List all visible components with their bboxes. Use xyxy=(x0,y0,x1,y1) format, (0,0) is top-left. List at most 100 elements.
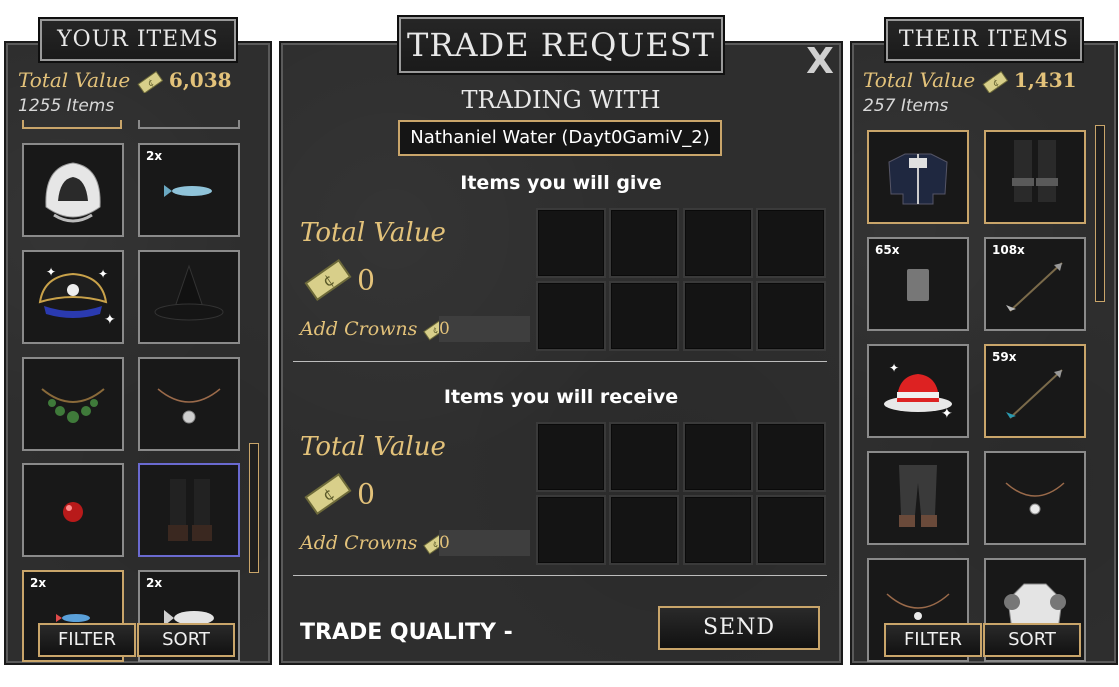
give-slot[interactable] xyxy=(536,208,606,278)
receive-slot[interactable] xyxy=(609,422,679,492)
receive-section-header: Items you will receive xyxy=(281,386,841,416)
receive-slot[interactable] xyxy=(536,495,606,565)
item-slot-green-amulet[interactable] xyxy=(22,357,124,451)
receive-crowns-input[interactable]: 0 xyxy=(439,530,530,556)
svg-text:✦: ✦ xyxy=(104,312,116,328)
their-total-value: Total Value ¢ 1,431 xyxy=(863,68,1077,93)
your-items-scrollbar[interactable] xyxy=(249,443,259,573)
their-items-scrollbar[interactable] xyxy=(1095,125,1105,302)
item-slot-pirate-hat[interactable]: ✦ ✦ ✦ xyxy=(22,250,124,344)
receive-slot[interactable] xyxy=(609,495,679,565)
give-total-label: Total Value xyxy=(300,218,446,248)
give-add-crowns: Add Crowns ¢ xyxy=(300,318,448,341)
item-quantity: 59x xyxy=(992,350,1017,364)
necklace-icon xyxy=(886,593,950,620)
silver-amulet-icon xyxy=(157,388,221,424)
give-slot[interactable] xyxy=(683,208,753,278)
give-crowns-value: 0 xyxy=(439,319,450,339)
item-slot-dark-pants[interactable] xyxy=(867,451,969,545)
item-slot-necklace[interactable] xyxy=(984,451,1086,545)
receive-total-label: Total Value xyxy=(300,432,446,462)
receive-add-crowns: Add Crowns ¢ xyxy=(300,532,448,555)
svg-text:✦: ✦ xyxy=(941,406,953,422)
your-item-count: 1255 Items xyxy=(18,96,115,116)
section-divider xyxy=(293,361,827,362)
item-slot-white-hood[interactable] xyxy=(22,143,124,237)
item-slot-leather-boots[interactable] xyxy=(138,463,240,557)
trade-request-title: TRADE REQUEST xyxy=(397,15,725,75)
close-icon: X xyxy=(806,41,834,82)
give-slot[interactable] xyxy=(756,208,826,278)
trade-quality-label: TRADE QUALITY - xyxy=(300,620,513,645)
crown-icon: ¢ xyxy=(304,258,352,302)
section-divider xyxy=(293,575,827,576)
give-total-number: 0 xyxy=(357,263,375,297)
svg-text:✦: ✦ xyxy=(889,361,899,375)
receive-slot[interactable] xyxy=(756,422,826,492)
boots-icon xyxy=(1012,140,1058,202)
give-slot[interactable] xyxy=(756,281,826,351)
your-total-number: 6,038 xyxy=(168,68,232,92)
give-section-header: Items you will give xyxy=(281,172,841,202)
your-total-value: Total Value ¢ 6,038 xyxy=(18,68,232,93)
item-slot-arrow[interactable]: 108x xyxy=(984,237,1086,331)
item-slot-blue-fish[interactable]: 2x xyxy=(138,143,240,237)
item-slot-dark-boots[interactable] xyxy=(984,130,1086,224)
green-amulet-icon xyxy=(41,388,105,423)
receive-slot[interactable] xyxy=(683,422,753,492)
item-slot-red-hat[interactable]: ✦ ✦ xyxy=(867,344,969,438)
receive-total-number: 0 xyxy=(357,477,375,511)
receive-slot[interactable] xyxy=(756,495,826,565)
armor-icon xyxy=(1004,583,1066,631)
necklace-icon xyxy=(1005,482,1065,515)
their-filter-button[interactable]: FILTER xyxy=(884,623,982,657)
coat-icon xyxy=(888,153,948,205)
close-button[interactable]: X xyxy=(805,44,835,80)
receive-title: Items you will receive xyxy=(443,386,679,408)
item-quantity: 2x xyxy=(146,576,163,590)
hood-icon xyxy=(45,162,101,223)
partial-slot[interactable] xyxy=(22,120,122,129)
their-sort-button[interactable]: SORT xyxy=(983,623,1081,657)
your-filter-button[interactable]: FILTER xyxy=(38,623,136,657)
give-slot[interactable] xyxy=(609,208,679,278)
receive-total-value: ¢ 0 xyxy=(304,472,375,516)
your-total-label: Total Value xyxy=(18,68,131,92)
add-crowns-label: Add Crowns xyxy=(300,532,418,554)
their-total-label: Total Value xyxy=(863,68,976,92)
give-title: Items you will give xyxy=(460,172,662,194)
your-sort-button[interactable]: SORT xyxy=(137,623,235,657)
give-total-value: ¢ 0 xyxy=(304,258,375,302)
red-orb-icon xyxy=(63,502,83,522)
their-item-count: 257 Items xyxy=(863,96,949,116)
their-total-number: 1,431 xyxy=(1013,68,1077,92)
item-slot-blue-coat[interactable] xyxy=(867,130,969,224)
item-slot-gray-card[interactable]: 65x xyxy=(867,237,969,331)
trade-partner-name: Nathaniel Water (Dayt0GamiV_2) xyxy=(398,120,722,156)
boots-icon xyxy=(168,479,212,541)
send-button[interactable]: SEND xyxy=(658,606,820,650)
item-slot-witch-hat[interactable] xyxy=(138,250,240,344)
give-slot[interactable] xyxy=(609,281,679,351)
partial-slot[interactable] xyxy=(138,120,240,129)
item-quantity: 65x xyxy=(875,243,900,257)
give-crowns-input[interactable]: 0 xyxy=(439,316,530,342)
their-items-title: THEIR ITEMS xyxy=(884,17,1084,63)
crown-icon: ¢ xyxy=(981,70,1008,93)
crown-icon: ¢ xyxy=(304,472,352,516)
item-quantity: 2x xyxy=(146,149,163,163)
pants-icon xyxy=(899,465,937,527)
pirate-hat-icon: ✦ ✦ ✦ xyxy=(38,265,116,328)
svg-text:✦: ✦ xyxy=(98,267,108,281)
item-slot-silver-amulet[interactable] xyxy=(138,357,240,451)
item-quantity: 2x xyxy=(30,576,47,590)
witch-hat-icon xyxy=(154,264,224,321)
item-slot-red-orb[interactable] xyxy=(22,463,124,557)
receive-slot[interactable] xyxy=(683,495,753,565)
item-slot-teal-arrow[interactable]: 59x xyxy=(984,344,1086,438)
crown-icon: ¢ xyxy=(136,70,163,93)
receive-slot[interactable] xyxy=(536,422,606,492)
give-slot[interactable] xyxy=(683,281,753,351)
give-slot[interactable] xyxy=(536,281,606,351)
trading-with-label: TRADING WITH xyxy=(461,86,661,114)
